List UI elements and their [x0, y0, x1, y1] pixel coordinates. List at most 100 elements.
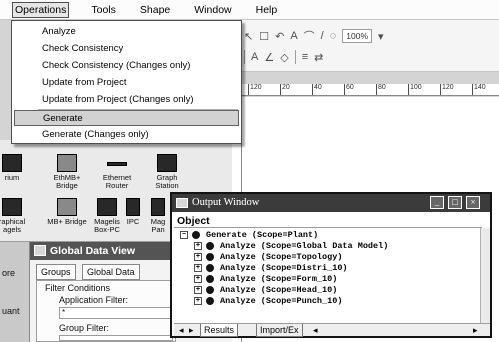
expand-icon[interactable]: +	[194, 285, 202, 294]
router-icon	[107, 162, 127, 166]
palette-item-label: Magelis Box-PC	[94, 217, 120, 234]
palette-item-label: MB+ Bridge	[47, 217, 87, 226]
palette-item[interactable]: Ethernet Router	[95, 154, 139, 190]
expand-icon[interactable]: +	[194, 274, 202, 283]
ruler-tick: 120	[248, 84, 262, 95]
tree-child-row[interactable]: + Analyze (Scope=Distri_10)	[194, 263, 348, 274]
arc-tool-icon[interactable]: ⌒	[304, 28, 315, 44]
tab-global-data[interactable]: Global Data	[82, 264, 140, 280]
tree-child-label: Analyze (Scope=Topology)	[220, 252, 343, 262]
tree-child-label: Analyze (Scope=Form_10)	[220, 274, 338, 284]
fill-color-icon[interactable]: ◇	[280, 51, 288, 64]
tab-scroll-left-icon[interactable]: ◂	[176, 324, 187, 336]
minimize-button[interactable]: _	[430, 196, 444, 209]
palette-item-label: Graph Station	[155, 173, 179, 190]
output-window: Output Window _ □ × Object − Generate (Sc…	[170, 192, 492, 338]
filter-conditions-label: Filter Conditions	[45, 283, 111, 293]
rectangle-tool-icon[interactable]: ☐	[259, 30, 269, 43]
ruler-tick: 100	[408, 84, 422, 95]
window-icon	[34, 245, 46, 256]
collapse-icon[interactable]: −	[180, 230, 188, 239]
menu-item-analyze[interactable]: Analyze	[14, 24, 239, 40]
line-color-icon[interactable]: ∠	[264, 51, 274, 64]
line-ends-icon[interactable]: ⇄	[314, 51, 323, 64]
panel-icon	[151, 198, 165, 216]
menu-shape[interactable]: Shape	[138, 3, 172, 17]
operation-icon	[206, 296, 214, 305]
menu-window[interactable]: Window	[192, 3, 233, 17]
menu-item-generate[interactable]: Generate	[14, 110, 239, 126]
tree-child-label: Analyze (Scope=Global Data Model)	[220, 241, 389, 251]
palette-item[interactable]: MB+ Bridge	[45, 198, 89, 226]
tree-child-label: Analyze (Scope=Head_10)	[220, 285, 338, 295]
palette-item[interactable]: IPC	[122, 198, 144, 226]
operation-icon	[206, 241, 214, 250]
tree-child-row[interactable]: + Analyze (Scope=Head_10)	[194, 285, 337, 296]
tab-import-export[interactable]: Import/Ex	[256, 324, 303, 337]
side-label: uant	[2, 306, 20, 316]
maximize-button[interactable]: □	[448, 196, 462, 209]
tab-scroll-right-icon[interactable]: ▸	[186, 324, 197, 336]
expand-icon[interactable]: +	[194, 241, 202, 250]
close-button[interactable]: ×	[466, 196, 480, 209]
zoom-select[interactable]: 100%	[342, 29, 373, 43]
group-filter-input[interactable]	[59, 335, 173, 341]
expand-icon[interactable]: +	[194, 296, 202, 305]
menu-bar: Operations Tools Shape Window Help	[0, 0, 499, 20]
menu-item-check-consistency-changes[interactable]: Check Consistency (Changes only)	[14, 58, 239, 74]
object-column-header[interactable]: Object	[174, 214, 482, 228]
tab-scroll-icon[interactable]: ◂	[310, 324, 321, 336]
zoom-dropdown-icon[interactable]: ▾	[378, 30, 384, 43]
ruler-tick: 20	[280, 84, 290, 95]
menu-operations[interactable]: Operations	[12, 1, 70, 18]
palette-item[interactable]: EthMB+ Bridge	[45, 154, 89, 190]
tree-root-label: Generate (Scope=Plant)	[206, 230, 319, 240]
hscroll-right-icon[interactable]: ▸	[470, 324, 481, 336]
expand-icon[interactable]: +	[194, 252, 202, 261]
ipc-icon	[126, 198, 140, 216]
line-tool-icon[interactable]: /	[321, 30, 324, 42]
menu-tools[interactable]: Tools	[89, 3, 118, 17]
ruler-tick: 140	[472, 84, 486, 95]
operation-icon	[206, 252, 214, 261]
menu-item-generate-changes[interactable]: Generate (Changes only)	[14, 127, 239, 143]
font-color-icon[interactable]: A	[251, 51, 258, 63]
text-tool-icon[interactable]: A	[290, 30, 297, 42]
operation-icon	[206, 274, 214, 283]
filter-conditions-group: Filter Conditions Application Filter: * …	[36, 280, 176, 342]
pointer-tool-icon[interactable]: ↖	[244, 30, 253, 43]
application-filter-input[interactable]: *	[59, 307, 173, 319]
tree-child-row[interactable]: + Analyze (Scope=Punch_10)	[194, 296, 342, 307]
station-icon	[157, 154, 177, 172]
toolbar-row-format: A ∠ ◇ ≡ ⇄	[244, 50, 323, 64]
ellipse-tool-icon[interactable]: ◌	[330, 30, 337, 42]
tree-child-row[interactable]: + Analyze (Scope=Form_10)	[194, 274, 337, 285]
palette-item[interactable]: raphical agels	[0, 198, 34, 234]
tab-results[interactable]: Results	[200, 324, 239, 337]
line-weight-icon[interactable]: ≡	[302, 51, 308, 63]
operation-icon	[206, 285, 214, 294]
menu-item-update-from-project-changes[interactable]: Update from Project (Changes only)	[14, 92, 239, 108]
output-window-title-bar[interactable]: Output Window _ □ ×	[172, 194, 490, 212]
menu-item-check-consistency[interactable]: Check Consistency	[14, 41, 239, 57]
vertical-scrollbar[interactable]	[480, 228, 490, 324]
tree-child-row[interactable]: + Analyze (Scope=Topology)	[194, 252, 342, 263]
palette-item-label: IPC	[126, 217, 140, 226]
device-icon	[2, 154, 22, 172]
palette-item-label: Ethernet Router	[102, 173, 132, 190]
toolbar-row-drawing: ↖ ☐ ↶ A ⌒ / ◌ 100% ▾	[244, 28, 384, 44]
tree-child-row[interactable]: + Analyze (Scope=Global Data Model)	[194, 241, 388, 252]
connector-tool-icon[interactable]: ↶	[275, 30, 284, 43]
palette-item[interactable]: Graph Station	[145, 154, 189, 190]
expand-icon[interactable]: +	[194, 263, 202, 272]
palette-item[interactable]: rium	[0, 154, 34, 182]
palette-item[interactable]: Magelis Box-PC	[92, 198, 122, 234]
tab-groups[interactable]: Groups	[36, 264, 76, 280]
palette-item-label: Mag Pan	[150, 217, 166, 234]
palette-item[interactable]: Mag Pan	[146, 198, 170, 234]
operation-icon	[192, 230, 200, 239]
menu-help[interactable]: Help	[254, 3, 280, 17]
menu-item-update-from-project[interactable]: Update from Project	[14, 75, 239, 91]
device-icon	[2, 198, 22, 216]
tree-root-row[interactable]: − Generate (Scope=Plant)	[180, 230, 318, 241]
